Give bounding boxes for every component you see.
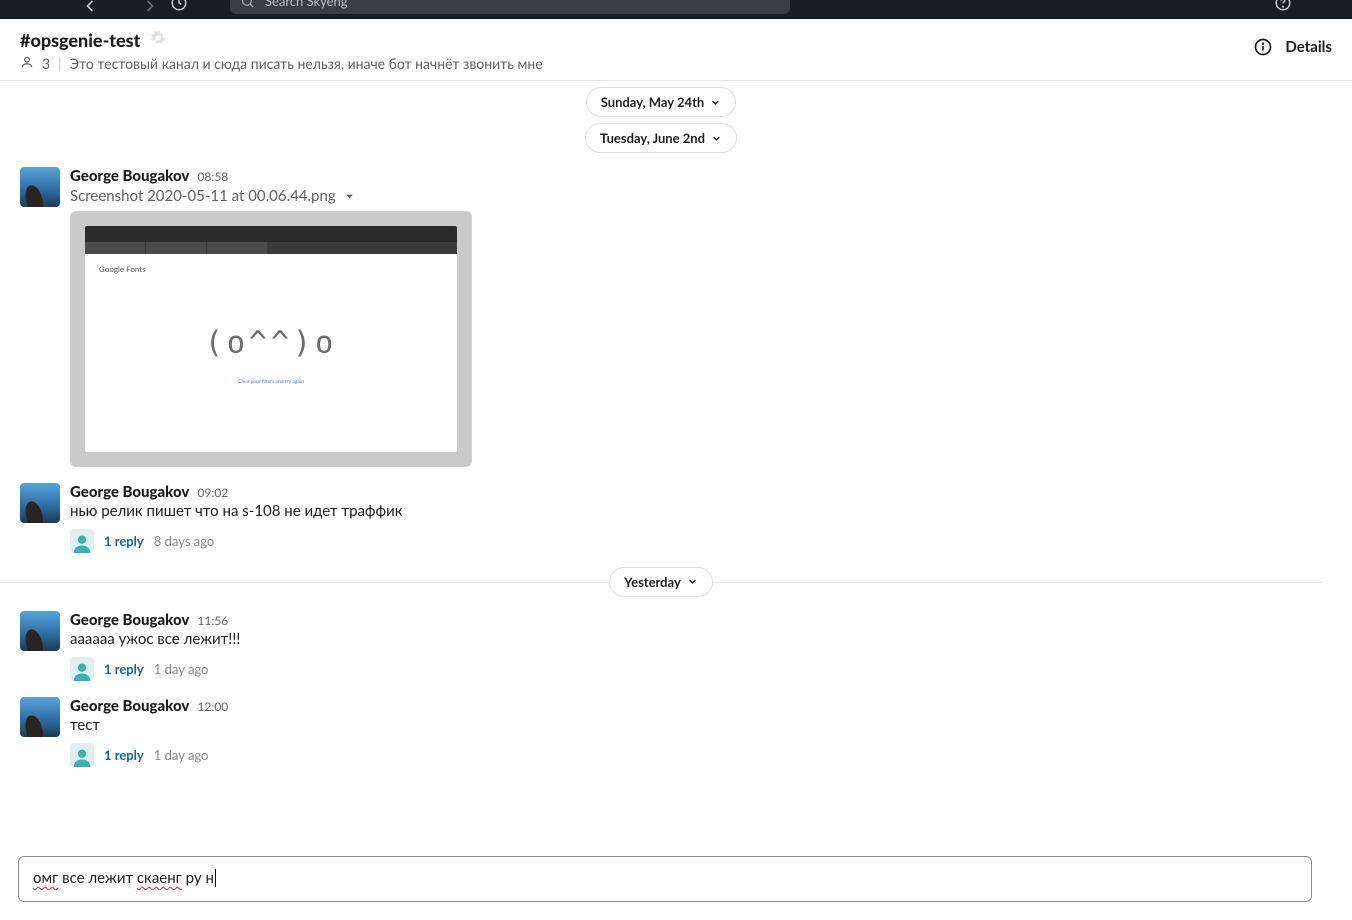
message: George Bougakov 11:56 aaaaaa ужос все ле…: [0, 603, 1322, 689]
gear-icon[interactable]: [150, 30, 166, 50]
message-composer[interactable]: омг все лежит скаенг ру н: [18, 856, 1312, 902]
avatar[interactable]: [20, 167, 60, 207]
member-count[interactable]: 3: [42, 55, 50, 72]
avatar[interactable]: [20, 611, 60, 651]
top-bar: Search Skyeng: [0, 0, 1352, 19]
message-author[interactable]: George Bougakov: [70, 483, 189, 501]
message-author[interactable]: George Bougakov: [70, 167, 189, 185]
thread-summary[interactable]: 1 reply 1 day ago: [70, 743, 1302, 767]
chevron-down-icon: [711, 133, 722, 144]
search-icon: [240, 0, 255, 9]
message: George Bougakov 08:58 Screenshot 2020-05…: [0, 159, 1322, 475]
attachment-image[interactable]: Google Fonts (o^^)o Clear your filters a…: [70, 211, 472, 467]
details-label: Details: [1285, 38, 1332, 56]
search-placeholder: Search Skyeng: [265, 0, 348, 9]
search-input[interactable]: Search Skyeng: [230, 0, 790, 14]
message-time[interactable]: 12:00: [197, 699, 228, 714]
nav-back-icon[interactable]: [80, 0, 100, 20]
chevron-down-icon: [687, 576, 698, 587]
channel-topic[interactable]: Это тестовый канал и сюда писать нельзя,…: [70, 55, 543, 72]
text-cursor: [215, 869, 216, 887]
reply-count: 1 reply: [104, 533, 144, 549]
date-divider[interactable]: Sunday, May 24th: [586, 87, 737, 117]
message-text: нью релик пишет что на s-108 не идет тра…: [70, 501, 1302, 523]
channel-name[interactable]: #opsgenie-test: [20, 29, 140, 51]
chevron-down-icon: [710, 97, 721, 108]
avatar[interactable]: [20, 697, 60, 737]
composer-word: омг: [33, 869, 58, 887]
members-icon[interactable]: [20, 55, 34, 72]
chevron-down-icon[interactable]: [344, 191, 355, 202]
scrollbar[interactable]: [1336, 70, 1350, 910]
message-author[interactable]: George Bougakov: [70, 697, 189, 715]
reply-ago: 8 days ago: [154, 533, 214, 549]
reply-avatar: [70, 657, 94, 681]
date-divider[interactable]: Yesterday: [609, 567, 713, 597]
message-author[interactable]: George Bougakov: [70, 611, 189, 629]
thread-summary[interactable]: 1 reply 1 day ago: [70, 657, 1302, 681]
message-time[interactable]: 11:56: [197, 613, 228, 628]
history-icon[interactable]: [170, 0, 188, 16]
reply-avatar: [70, 743, 94, 767]
message: George Bougakov 09:02 нью релик пишет чт…: [0, 475, 1322, 561]
reply-count: 1 reply: [104, 747, 144, 763]
message-time[interactable]: 08:58: [197, 169, 228, 184]
composer-word: скаенг: [137, 869, 182, 887]
message-list[interactable]: Sunday, May 24th Tuesday, June 2nd Georg…: [0, 81, 1352, 801]
nav-forward-icon[interactable]: [140, 0, 160, 20]
message-time[interactable]: 09:02: [197, 485, 228, 500]
details-button[interactable]: Details: [1253, 37, 1332, 57]
channel-header: #opsgenie-test 3 | Это тестовый канал и …: [0, 19, 1352, 81]
reply-count: 1 reply: [104, 661, 144, 677]
help-icon[interactable]: [1274, 0, 1292, 16]
reply-ago: 1 day ago: [154, 661, 209, 677]
message-text: тест: [70, 715, 1302, 737]
attachment-filename[interactable]: Screenshot 2020-05-11 at 00.06.44.png: [70, 187, 336, 205]
date-divider[interactable]: Tuesday, June 2nd: [585, 123, 737, 153]
reply-avatar: [70, 529, 94, 553]
avatar[interactable]: [20, 483, 60, 523]
thread-summary[interactable]: 1 reply 8 days ago: [70, 529, 1302, 553]
reply-ago: 1 day ago: [154, 747, 209, 763]
message-text: aaaaaa ужос все лежит!!!: [70, 629, 1302, 651]
message: George Bougakov 12:00 тест 1 reply 1 day…: [0, 689, 1322, 775]
info-icon: [1253, 37, 1273, 57]
